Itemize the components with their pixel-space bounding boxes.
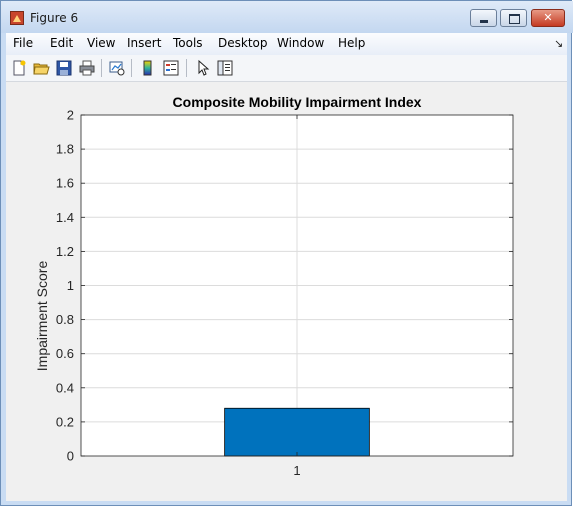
open-file-icon[interactable] [32,59,50,77]
menu-edit[interactable]: Edit [50,36,73,50]
toolbar-separator [131,59,132,77]
y-tick-label: 1 [67,278,74,293]
y-tick-label: 0.4 [56,380,74,395]
window-title: Figure 6 [30,11,79,25]
y-tick-label: 0.8 [56,312,74,327]
menu-desktop[interactable]: Desktop [218,36,268,50]
minimize-icon [480,20,488,23]
close-button[interactable]: ✕ [531,9,565,27]
menu-bar: File Edit View Insert Tools Desktop Wind… [6,33,567,55]
dock-arrow-icon[interactable]: ↘ [554,37,563,50]
menu-window[interactable]: Window [277,36,324,50]
y-tick-label: 1.2 [56,244,74,259]
chart-title: Composite Mobility Impairment Index [173,94,422,110]
toolbar-separator [101,59,102,77]
y-tick-label: 2 [67,108,74,123]
menu-view[interactable]: View [87,36,115,50]
print-icon[interactable] [78,59,96,77]
figure-window: Figure 6 ✕ File Edit View Insert Tools D… [0,0,573,506]
matlab-logo-icon [10,11,24,25]
menu-tools[interactable]: Tools [173,36,203,50]
bar[interactable] [224,407,370,457]
y-axis-label: Impairment Score [34,261,50,372]
property-editor-icon[interactable] [216,59,234,77]
y-tick-label: 1.6 [56,176,74,191]
y-tick-label: 1.4 [56,210,74,225]
menu-file[interactable]: File [13,36,33,50]
link-plot-icon[interactable] [108,59,126,77]
y-tick-label: 1.8 [56,142,74,157]
maximize-button[interactable] [500,9,527,27]
close-icon: ✕ [543,11,553,24]
figure-canvas: Composite Mobility Impairment Index Impa… [6,82,567,501]
maximize-icon [509,14,520,24]
y-tick-label: 0.2 [56,414,74,429]
new-figure-icon[interactable] [10,59,28,77]
menu-insert[interactable]: Insert [127,36,161,50]
y-tick-label: 0 [67,449,74,464]
figure-client-area: File Edit View Insert Tools Desktop Wind… [6,33,567,501]
menu-help[interactable]: Help [338,36,365,50]
colorbar-icon[interactable] [139,59,157,77]
x-tick-label: 1 [293,463,300,478]
bar-chart[interactable]: Composite Mobility Impairment Index Impa… [6,82,567,501]
minimize-button[interactable] [470,9,497,27]
pointer-icon[interactable] [194,59,212,77]
legend-icon[interactable] [162,59,180,77]
y-tick-label: 0.6 [56,346,74,361]
save-icon[interactable] [55,59,73,77]
toolbar-separator [186,59,187,77]
title-bar[interactable]: Figure 6 ✕ [1,1,573,33]
figure-toolbar [6,55,567,82]
